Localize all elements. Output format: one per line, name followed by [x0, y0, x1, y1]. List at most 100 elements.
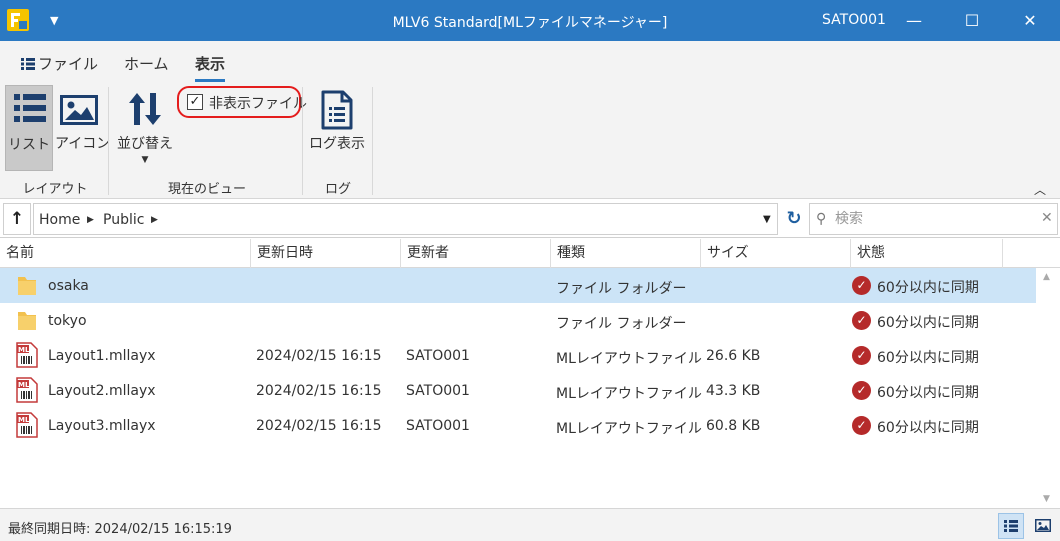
address-history-dropdown-icon[interactable]: ▼ — [763, 214, 771, 225]
statusbar-icon-view-button[interactable] — [1030, 513, 1056, 539]
group-label-log: ログ — [324, 182, 351, 197]
folder-icon — [18, 312, 36, 330]
search-input[interactable] — [835, 207, 1035, 231]
list-view-label: リスト — [8, 137, 50, 153]
breadcrumb-separator-icon[interactable]: ▶ — [87, 215, 94, 225]
minimize-button[interactable]: — — [886, 0, 942, 41]
ribbon-group-separator — [108, 87, 109, 195]
hidden-files-label: 非表示ファイル — [209, 96, 307, 112]
sync-status-icon: ✓ — [852, 416, 871, 435]
column-header-type[interactable]: 種類 — [551, 239, 701, 268]
group-label-layout: レイアウト — [22, 182, 88, 197]
file-size: 60.8 KB — [706, 418, 761, 434]
svg-text:ML: ML — [18, 416, 30, 424]
last-sync-text: 最終同期日時: 2024/02/15 16:15:19 — [8, 522, 232, 537]
hidden-files-toggle[interactable]: ✓ 非表示ファイル — [177, 86, 307, 118]
ribbon-tabs: ファイル ホーム 表示 — [0, 41, 1060, 82]
vertical-scrollbar[interactable]: ▲ ▼ — [1038, 268, 1058, 508]
breadcrumb[interactable]: Home ▶ Public ▶ ▼ — [33, 203, 778, 235]
file-modifier: SATO001 — [406, 418, 470, 434]
ml-layout-file-icon: ML — [16, 377, 38, 403]
file-row[interactable]: ML Layout1.mllayx 2024/02/15 16:15 SATO0… — [0, 338, 1036, 373]
list-view-icon — [1004, 520, 1018, 532]
refresh-button[interactable]: ↻ — [781, 203, 807, 235]
file-type: MLレイアウトファイル — [556, 351, 702, 367]
title-bar: ▼ MLV6 Standard[MLファイルマネージャー] SATO001 — … — [0, 0, 1060, 41]
sort-label: 並び替え — [117, 136, 173, 152]
statusbar-list-view-button[interactable] — [998, 513, 1024, 539]
show-log-button[interactable]: ログ表示 — [306, 85, 368, 171]
file-name: Layout3.mllayx — [48, 418, 156, 434]
tab-view-label: 表示 — [195, 55, 226, 73]
file-status: 60分以内に同期 — [877, 385, 979, 401]
list-view-button[interactable]: リスト — [5, 85, 53, 171]
clear-search-icon[interactable]: ✕ — [1041, 210, 1053, 226]
ml-layout-file-icon: ML — [16, 342, 38, 368]
file-size: 43.3 KB — [706, 383, 761, 399]
breadcrumb-public[interactable]: Public — [103, 212, 144, 228]
folder-icon — [18, 277, 36, 295]
scroll-up-icon[interactable]: ▲ — [1043, 272, 1050, 282]
column-header-status[interactable]: 状態 — [851, 239, 1003, 268]
breadcrumb-home[interactable]: Home — [39, 212, 80, 228]
search-box[interactable]: ⚲ ✕ — [809, 203, 1058, 235]
log-document-icon — [321, 90, 353, 130]
file-size: 26.6 KB — [706, 348, 761, 364]
ribbon: ファイル ホーム 表示 リスト アイコン 並び替え ▼ ✓ 非表示ファイル ログ… — [0, 41, 1060, 199]
column-header-modified[interactable]: 更新日時 — [251, 239, 401, 268]
sync-status-icon: ✓ — [852, 381, 871, 400]
search-icon: ⚲ — [816, 211, 827, 227]
up-arrow-icon: ↑ — [9, 209, 25, 229]
menu-list-icon — [21, 58, 35, 70]
image-icon — [60, 95, 98, 125]
file-row[interactable]: osaka ファイル フォルダー ✓ 60分以内に同期 — [0, 268, 1036, 303]
sort-button[interactable]: 並び替え ▼ — [114, 85, 176, 171]
up-folder-button[interactable]: ↑ — [3, 203, 31, 235]
sort-dropdown-icon: ▼ — [141, 155, 149, 165]
icon-view-label: アイコン — [55, 136, 111, 152]
collapse-ribbon-chevron-icon[interactable]: ︿ — [1034, 181, 1046, 198]
file-modified: 2024/02/15 16:15 — [256, 383, 382, 399]
ribbon-group-separator — [372, 87, 373, 195]
svg-text:ML: ML — [18, 346, 30, 354]
column-header-size[interactable]: サイズ — [701, 239, 851, 268]
file-name: Layout1.mllayx — [48, 348, 156, 364]
file-row[interactable]: tokyo ファイル フォルダー ✓ 60分以内に同期 — [0, 303, 1036, 338]
active-tab-indicator — [195, 79, 226, 82]
refresh-icon: ↻ — [786, 208, 802, 229]
tab-file[interactable]: ファイル — [21, 53, 98, 74]
user-name: SATO001 — [822, 12, 886, 28]
tab-home[interactable]: ホーム — [124, 53, 169, 74]
breadcrumb-separator-icon[interactable]: ▶ — [151, 215, 158, 225]
file-status: 60分以内に同期 — [877, 280, 979, 296]
sort-arrows-icon — [129, 93, 161, 125]
icon-view-button[interactable]: アイコン — [55, 85, 111, 171]
file-name: tokyo — [48, 313, 87, 329]
hidden-files-checkbox[interactable]: ✓ — [187, 94, 203, 110]
file-list: osaka ファイル フォルダー ✓ 60分以内に同期 tokyo ファイル フ… — [0, 268, 1036, 508]
group-label-current-view: 現在のビュー — [167, 182, 246, 197]
tab-view[interactable]: 表示 — [195, 53, 226, 82]
file-modified: 2024/02/15 16:15 — [256, 418, 382, 434]
column-header: 名前 更新日時 更新者 種類 サイズ 状態 — [0, 239, 1060, 268]
scroll-down-icon[interactable]: ▼ — [1043, 494, 1050, 504]
tab-home-label: ホーム — [124, 55, 169, 73]
maximize-button[interactable]: ☐ — [944, 0, 1000, 41]
column-header-modifier[interactable]: 更新者 — [401, 239, 551, 268]
file-type: MLレイアウトファイル — [556, 386, 702, 402]
close-button[interactable]: ✕ — [1002, 0, 1058, 41]
file-status: 60分以内に同期 — [877, 350, 979, 366]
file-row[interactable]: ML Layout2.mllayx 2024/02/15 16:15 SATO0… — [0, 373, 1036, 408]
file-status: 60分以内に同期 — [877, 420, 979, 436]
file-status: 60分以内に同期 — [877, 315, 979, 331]
column-header-name[interactable]: 名前 — [0, 239, 251, 268]
ml-layout-file-icon: ML — [16, 412, 38, 438]
image-icon — [1035, 519, 1051, 532]
list-view-icon — [14, 94, 46, 122]
sync-status-icon: ✓ — [852, 276, 871, 295]
file-row[interactable]: ML Layout3.mllayx 2024/02/15 16:15 SATO0… — [0, 408, 1036, 443]
address-bar: ↑ Home ▶ Public ▶ ▼ ↻ ⚲ ✕ — [0, 200, 1060, 238]
svg-text:ML: ML — [18, 381, 30, 389]
file-type: ファイル フォルダー — [556, 281, 687, 297]
sync-status-icon: ✓ — [852, 311, 871, 330]
